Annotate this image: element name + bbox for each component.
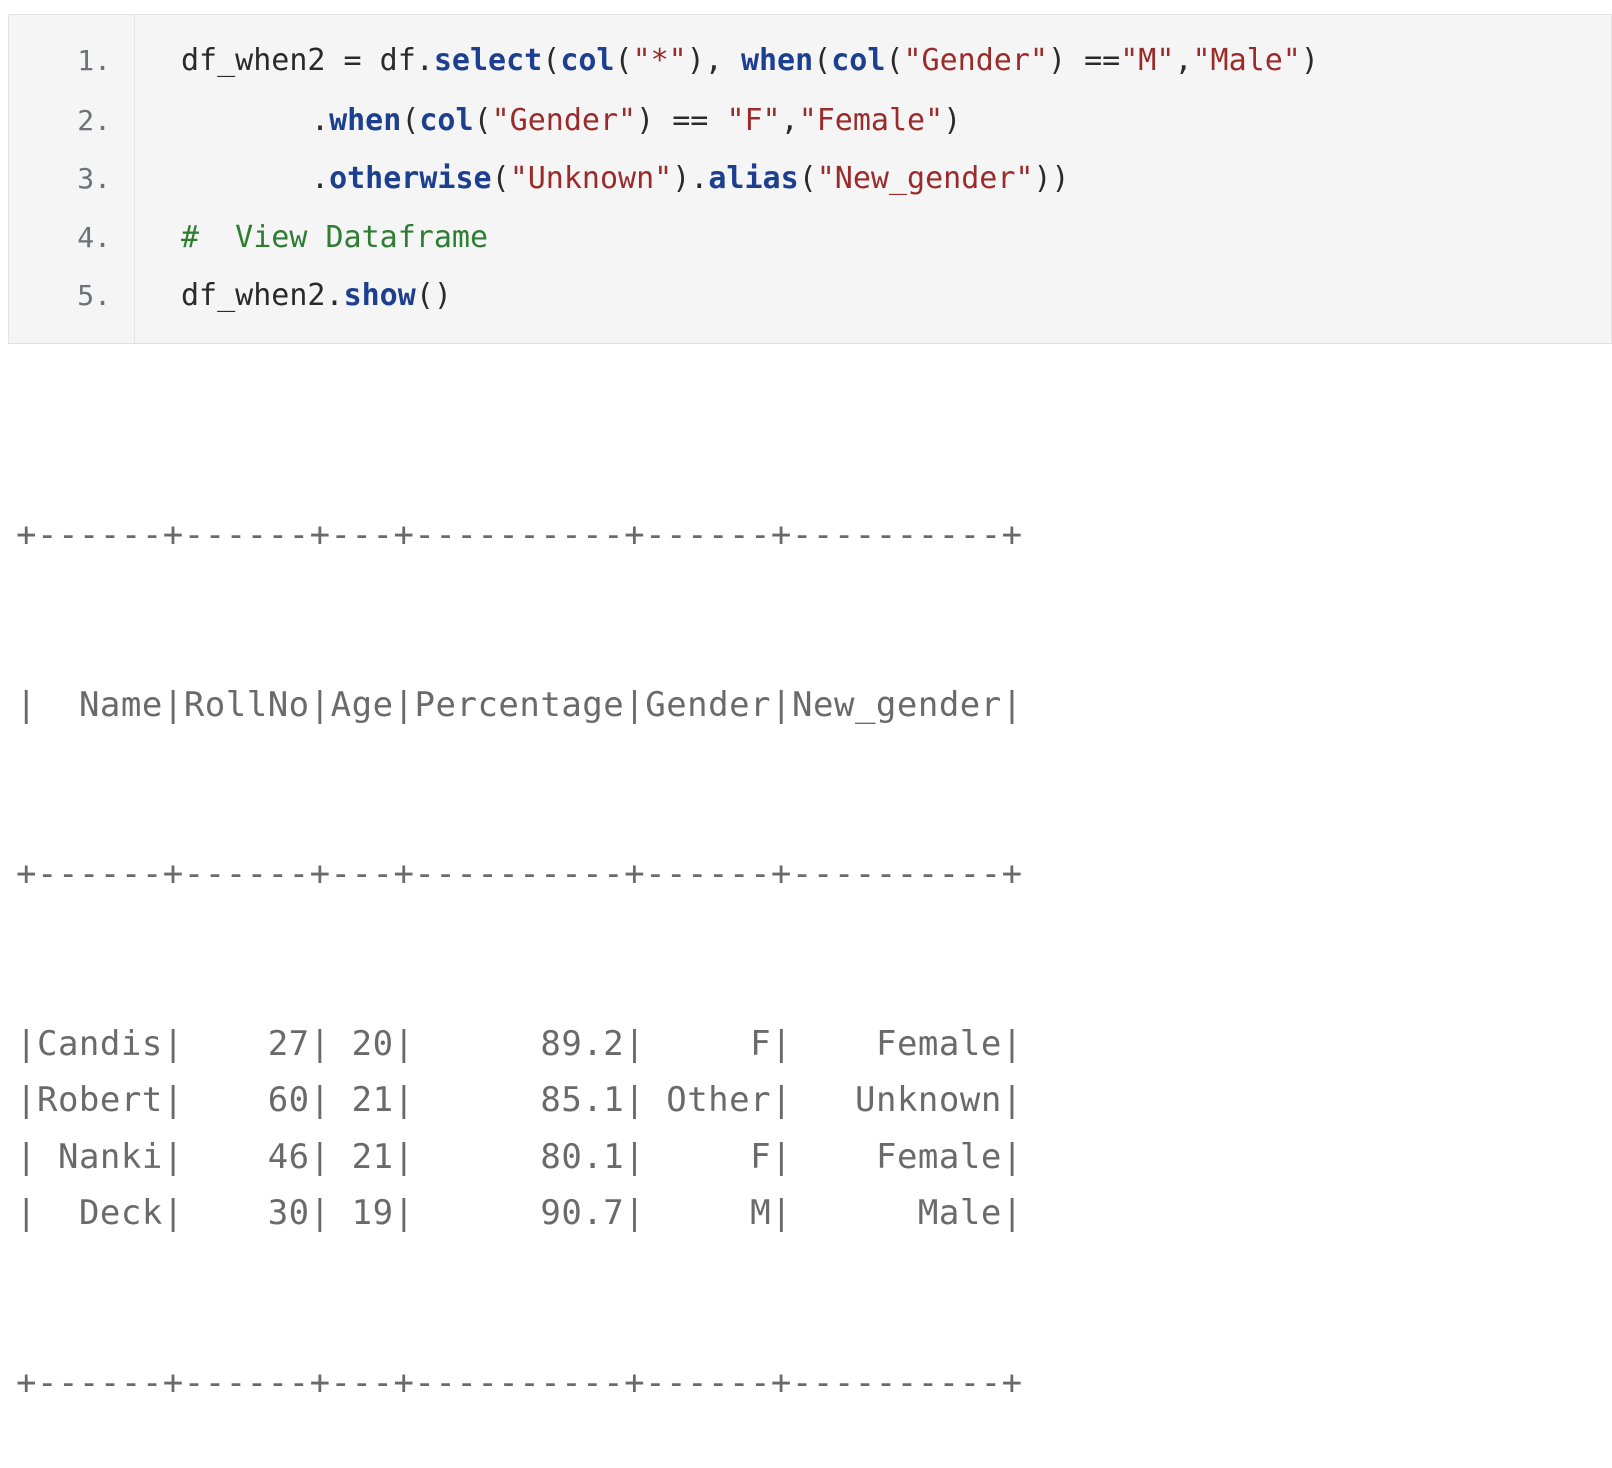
table-cell: Percentage — [414, 684, 625, 725]
code-token: df_when2 = df. — [181, 43, 434, 78]
code-line: 1. df_when2 = df.select(col("*"), when(co… — [9, 41, 1611, 81]
table-cell: Age — [330, 684, 394, 725]
table-cell: Male — [917, 1193, 1002, 1233]
table-cell: F — [750, 1136, 772, 1177]
table-row: | Nanki| 46| 21| 80.1| F| Female| — [16, 1136, 1023, 1177]
code-token: ( — [401, 103, 420, 138]
code-token: . — [311, 103, 330, 138]
line-number: 4. — [77, 221, 111, 254]
code-token: ). — [672, 161, 709, 196]
table-cell: Nanki — [57, 1136, 163, 1177]
code-block: 1. df_when2 = df.select(col("*"), when(co… — [8, 14, 1612, 344]
table-row: | Deck| 30| 19| 90.7| M| Male| — [16, 1193, 1023, 1233]
code-token: () — [415, 278, 452, 313]
table-cell: 19 — [351, 1193, 394, 1233]
dataframe-output: +------+------+---+----------+------+---… — [16, 394, 1023, 1468]
code-token: ( — [614, 43, 633, 78]
line-number: 2. — [77, 104, 111, 137]
code-line: 3. .otherwise("Unknown").alias("New_gende… — [9, 159, 1611, 199]
code-token: "M" — [1120, 43, 1175, 78]
code-token: )) — [1033, 161, 1070, 196]
table-row: |Robert| 60| 21| 85.1| Other| Unknown| — [16, 1080, 1023, 1120]
code-line: 2. .when(col("Gender") == "F","Female") — [9, 101, 1611, 141]
table-cell: Deck — [78, 1193, 163, 1233]
code-token: select — [433, 43, 543, 78]
line-number: 5. — [77, 279, 111, 312]
code-token: col — [560, 43, 615, 78]
code-token: ( — [473, 103, 492, 138]
code-text: # View Dataframe — [181, 218, 488, 258]
table-cell: 90.7 — [540, 1193, 625, 1233]
table-body: |Candis| 27| 20| 89.2| F| Female| |Robert… — [16, 1016, 1023, 1242]
code-token: when — [740, 43, 814, 78]
table-cell: 30 — [267, 1193, 310, 1233]
code-token: "Female" — [798, 103, 944, 138]
code-token: otherwise — [329, 161, 492, 196]
code-token: ) == — [636, 103, 727, 138]
table-cell: Female — [875, 1023, 1002, 1064]
table-cell: 21 — [351, 1136, 394, 1177]
table-cell: Name — [78, 684, 163, 725]
code-token: "*" — [632, 43, 687, 78]
code-line: 4. # View Dataframe — [9, 218, 1611, 258]
table-row: |Candis| 27| 20| 89.2| F| Female| — [16, 1023, 1023, 1064]
code-token: col — [419, 103, 474, 138]
table-border-mid: +------+------+---+----------+------+---… — [16, 854, 1023, 894]
table-header-row: | Name|RollNo|Age|Percentage|Gender|New_… — [16, 684, 1023, 725]
code-text: .when(col("Gender") == "F","Female") — [181, 101, 961, 141]
table-cell: F — [750, 1023, 772, 1064]
table-cell: Unknown — [855, 1080, 1002, 1120]
code-token: . — [311, 161, 330, 196]
code-text: df_when2.show() — [181, 276, 452, 316]
line-number: 3. — [77, 162, 111, 195]
code-token: when — [329, 103, 402, 138]
code-token: alias — [708, 161, 799, 196]
table-cell: 21 — [351, 1080, 394, 1120]
code-token: ( — [491, 161, 510, 196]
table-cell: 46 — [267, 1136, 310, 1177]
code-token: df_when2. — [181, 278, 344, 313]
code-token: "Male" — [1192, 43, 1301, 78]
table-cell: Other — [666, 1080, 772, 1120]
table-cell: M — [750, 1193, 772, 1233]
code-token: show — [343, 278, 416, 313]
code-token: "New_gender" — [816, 161, 1034, 196]
code-token: ) == — [1048, 43, 1121, 78]
table-cell: 80.1 — [540, 1136, 625, 1177]
code-token: "Gender" — [491, 103, 637, 138]
table-cell: Female — [875, 1136, 1002, 1177]
table-cell: Candis — [36, 1023, 163, 1064]
code-token: # View Dataframe — [181, 220, 489, 255]
table-cell: 27 — [267, 1023, 310, 1064]
table-border-top: +------+------+---+----------+------+---… — [16, 515, 1023, 555]
code-text: .otherwise("Unknown").alias("New_gender"… — [181, 159, 1070, 199]
code-token: , — [780, 103, 799, 138]
code-token: ( — [813, 43, 832, 78]
line-number: 1. — [77, 44, 111, 77]
code-token: ) — [943, 103, 962, 138]
code-token: ( — [885, 43, 904, 78]
code-token: col — [831, 43, 886, 78]
code-token: "Gender" — [903, 43, 1049, 78]
table-cell: 60 — [267, 1080, 310, 1120]
code-token: "F" — [726, 103, 781, 138]
code-token: ), — [686, 43, 741, 78]
code-token: ( — [798, 161, 817, 196]
table-cell: RollNo — [183, 684, 310, 725]
code-token: "Unknown" — [509, 161, 673, 196]
table-border-bottom: +------+------+---+----------+------+---… — [16, 1362, 1023, 1403]
table-cell: 89.2 — [540, 1023, 625, 1064]
table-cell: 20 — [351, 1023, 394, 1064]
code-text: df_when2 = df.select(col("*"), when(col(… — [181, 41, 1319, 81]
code-token: ( — [542, 43, 561, 78]
table-cell: New_gender — [792, 684, 1002, 725]
code-token: , — [1174, 43, 1193, 78]
code-line: 5. df_when2.show() — [9, 276, 1611, 316]
table-cell: Robert — [36, 1080, 163, 1120]
code-token: ) — [1300, 43, 1319, 78]
table-cell: Gender — [645, 684, 772, 725]
table-cell: 85.1 — [540, 1080, 625, 1120]
